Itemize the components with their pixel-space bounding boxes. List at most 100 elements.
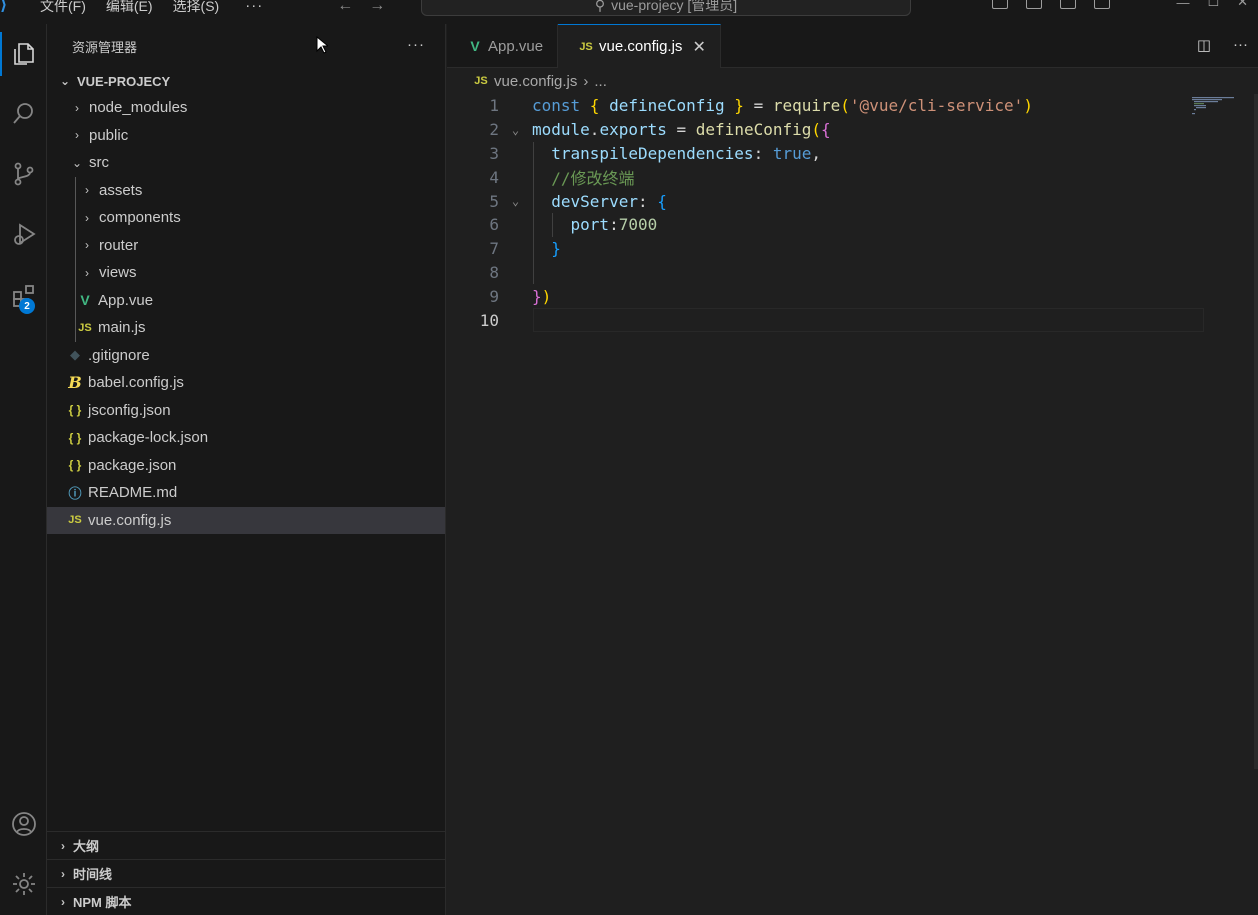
menu-file[interactable]: 文件(F) bbox=[40, 0, 86, 16]
chevron-right-icon: › bbox=[85, 210, 89, 225]
explorer-more-button[interactable]: ··· bbox=[407, 36, 425, 53]
explorer-sidebar: 资源管理器 ··· ⌄ VUE-PROJECY › node_modules › pu… bbox=[47, 24, 446, 915]
extensions-icon[interactable]: 2 bbox=[0, 274, 47, 318]
code-token: : bbox=[609, 215, 619, 235]
tree-item-label: package.json bbox=[88, 456, 177, 474]
settings-gear-icon[interactable] bbox=[0, 862, 47, 906]
project-root-folder[interactable]: ⌄ VUE-PROJECY bbox=[47, 68, 445, 94]
chevron-right-icon: › bbox=[61, 894, 65, 909]
code-token: require bbox=[772, 96, 841, 116]
source-control-icon[interactable] bbox=[0, 152, 47, 196]
tree-file[interactable]: V App.vue bbox=[47, 286, 445, 314]
tree-folder[interactable]: › views bbox=[47, 259, 445, 287]
breadcrumb-separator: › bbox=[583, 72, 589, 90]
code-editor[interactable]: 1 const { defineConfig } = require('@vue/… bbox=[447, 94, 1204, 332]
code-line: 1 const { defineConfig } = require('@vue/… bbox=[447, 94, 1177, 118]
forward-arrow-icon[interactable]: → bbox=[369, 0, 385, 15]
split-editor-icon[interactable]: ◫ bbox=[1197, 36, 1211, 54]
js-file-icon: JS bbox=[474, 75, 488, 87]
toggle-panel-icon[interactable] bbox=[1026, 0, 1043, 9]
tree-file[interactable]: { } jsconfig.json bbox=[47, 397, 445, 425]
line-number: 2 bbox=[489, 120, 499, 140]
close-window-icon[interactable]: ✕ bbox=[1237, 0, 1248, 10]
code-line: 5 ⌄ devServer: { bbox=[447, 189, 1177, 213]
tab-label: App.vue bbox=[488, 37, 544, 55]
menu-edit[interactable]: 编辑(E) bbox=[106, 0, 153, 16]
more-actions-icon[interactable]: ··· bbox=[1233, 36, 1248, 54]
chevron-down-icon: ⌄ bbox=[59, 74, 71, 88]
code-token: devServer bbox=[551, 191, 638, 211]
back-arrow-icon[interactable]: ← bbox=[337, 0, 353, 15]
accounts-icon[interactable] bbox=[0, 802, 47, 846]
tree-file[interactable]: { } package-lock.json bbox=[47, 424, 445, 452]
tree-file[interactable]: { } package.json bbox=[47, 452, 445, 480]
maximize-icon[interactable]: ☐ bbox=[1207, 0, 1219, 10]
code-token: defineConfig bbox=[609, 96, 735, 116]
fold-chevron-icon[interactable]: ⌄ bbox=[499, 123, 532, 137]
customize-layout-icon[interactable] bbox=[1094, 0, 1111, 9]
command-center-search[interactable]: ⚲ vue-projecy [管理员] bbox=[421, 0, 911, 16]
run-debug-icon[interactable] bbox=[0, 212, 47, 256]
indent-guide bbox=[533, 260, 534, 285]
line-text: transpileDependencies: true, bbox=[532, 144, 821, 163]
tab-vue-config-js[interactable]: JS vue.config.js ✕ bbox=[558, 24, 721, 68]
code-token: } bbox=[551, 239, 561, 259]
npm-scripts-panel-header[interactable]: › NPM 脚本 bbox=[47, 887, 446, 915]
code-token: } bbox=[532, 286, 542, 306]
tree-folder[interactable]: ⌄ src bbox=[47, 149, 445, 177]
json-file-icon: { } bbox=[68, 430, 82, 445]
toggle-secondary-sidebar-icon[interactable] bbox=[1060, 0, 1077, 9]
menu-selection[interactable]: 选择(S) bbox=[173, 0, 220, 16]
tree-file[interactable]: JS vue.config.js bbox=[47, 506, 445, 534]
chevron-right-icon: › bbox=[85, 265, 89, 280]
code-token: { bbox=[821, 120, 831, 140]
search-icon[interactable] bbox=[0, 92, 47, 136]
tree-file[interactable]: ⓘ README.md bbox=[47, 479, 445, 507]
npm-scripts-panel-label: NPM 脚本 bbox=[73, 895, 132, 910]
code-token: . bbox=[589, 120, 600, 140]
code-line: 2 ⌄ module.exports = defineConfig({ bbox=[447, 118, 1177, 142]
minimap[interactable] bbox=[1190, 94, 1248, 124]
line-text: module.exports = defineConfig({ bbox=[532, 120, 831, 139]
tree-file[interactable]: JS main.js bbox=[47, 314, 445, 342]
tree-file[interactable]: ◆ .gitignore bbox=[47, 342, 445, 370]
chevron-right-icon: › bbox=[61, 866, 65, 881]
code-line: 7 } bbox=[447, 236, 1177, 261]
tree-folder[interactable]: › assets bbox=[47, 176, 445, 204]
tree-item-label: .gitignore bbox=[88, 346, 150, 364]
indent-guide bbox=[533, 165, 534, 190]
tree-folder[interactable]: › components bbox=[47, 204, 445, 232]
line-number: 10 bbox=[479, 310, 499, 330]
menu-bar: 文件(F) 编辑(E) 选择(S) bbox=[40, 0, 219, 16]
breadcrumb-file[interactable]: vue.config.js bbox=[494, 73, 577, 90]
toggle-sidebar-icon[interactable] bbox=[992, 0, 1009, 9]
breadcrumb-symbol[interactable]: ... bbox=[594, 73, 607, 90]
window-controls: — ☐ ✕ bbox=[992, 0, 1248, 10]
tree-folder[interactable]: › public bbox=[47, 122, 445, 150]
tree-item-label: router bbox=[99, 236, 139, 254]
tree-item-label: src bbox=[89, 154, 109, 172]
explorer-icon[interactable] bbox=[0, 32, 47, 76]
timeline-panel-header[interactable]: › 时间线 bbox=[47, 859, 446, 887]
line-number: 5 bbox=[489, 191, 499, 211]
info-file-icon: ⓘ bbox=[68, 486, 82, 502]
code-line: 10 bbox=[447, 308, 1204, 332]
code-token: const bbox=[532, 96, 590, 116]
tree-folder[interactable]: › node_modules bbox=[47, 94, 445, 122]
tree-folder[interactable]: › router bbox=[47, 231, 445, 259]
editor-scrollbar[interactable] bbox=[1254, 94, 1258, 769]
tree-item-label: node_modules bbox=[89, 99, 188, 117]
outline-panel-header[interactable]: › 大纲 bbox=[47, 831, 446, 859]
indent-guide bbox=[533, 212, 534, 237]
close-icon[interactable]: ✕ bbox=[692, 37, 705, 57]
fold-chevron-icon[interactable]: ⌄ bbox=[499, 194, 532, 208]
code-line: 8 bbox=[447, 260, 1177, 285]
tab-app-vue[interactable]: V App.vue bbox=[447, 24, 559, 68]
line-number: 3 bbox=[489, 143, 499, 163]
menu-more-button[interactable]: ··· bbox=[245, 0, 263, 14]
minimize-icon[interactable]: — bbox=[1176, 0, 1189, 10]
tree-item-label: jsconfig.json bbox=[88, 401, 171, 419]
tree-file[interactable]: Bbabel.config.js bbox=[47, 369, 445, 397]
